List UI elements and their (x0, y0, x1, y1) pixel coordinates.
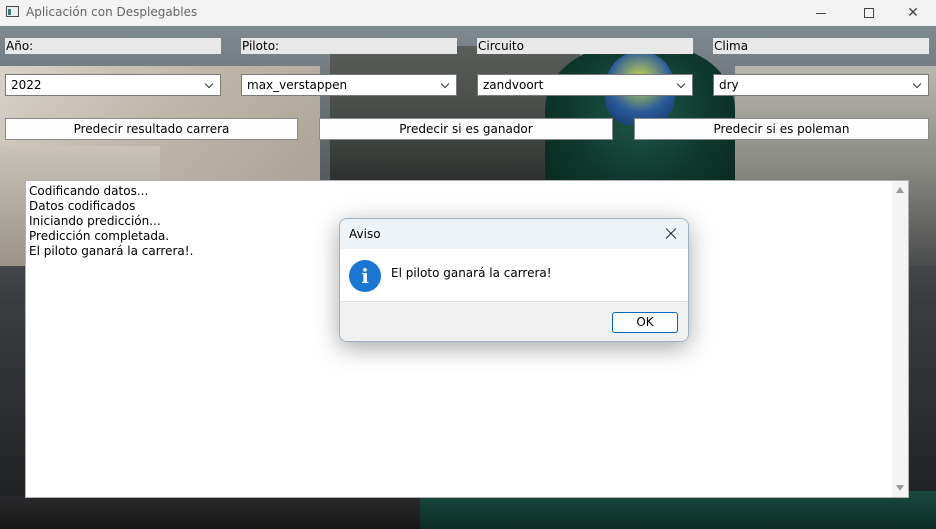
close-icon: ✕ (907, 5, 919, 21)
year-label: Año: (5, 38, 221, 54)
dialog-title-bar: Aviso (340, 219, 688, 249)
message-dialog: Aviso i El piloto ganará la carrera! OK (339, 218, 689, 342)
weather-label: Clima (713, 38, 929, 54)
driver-select-value: max_verstappen (247, 78, 348, 92)
dialog-message: El piloto ganará la carrera! (391, 266, 552, 280)
log-line: Codificando datos... (29, 184, 149, 198)
scroll-down-icon[interactable] (896, 485, 904, 491)
maximize-icon (864, 8, 874, 18)
vertical-scrollbar[interactable] (892, 181, 908, 497)
year-select-value: 2022 (11, 78, 42, 92)
chevron-down-icon[interactable] (912, 75, 924, 95)
driver-label: Piloto: (241, 38, 457, 54)
window-title: Aplicación con Desplegables (26, 5, 198, 19)
predict-pole-button[interactable]: Predecir si es poleman (634, 118, 929, 140)
circuit-label: Circuito (477, 38, 693, 54)
year-select[interactable]: 2022 (5, 74, 221, 96)
dialog-title: Aviso (349, 227, 381, 241)
log-line: Predicción completada. (29, 229, 170, 243)
dialog-footer: OK (340, 301, 688, 341)
info-icon: i (349, 260, 381, 292)
circuit-select[interactable]: zandvoort (477, 74, 693, 96)
log-line: Iniciando predicción... (29, 214, 161, 228)
chevron-down-icon[interactable] (676, 75, 688, 95)
dialog-close-button[interactable] (660, 223, 682, 245)
predict-winner-button[interactable]: Predecir si es ganador (319, 118, 613, 140)
app-icon (6, 6, 19, 17)
driver-select[interactable]: max_verstappen (241, 74, 457, 96)
title-bar: Aplicación con Desplegables ✕ (0, 0, 936, 26)
minimize-icon (816, 12, 826, 14)
chevron-down-icon[interactable] (440, 75, 452, 95)
output-log: Codificando datos... Datos codificados I… (29, 184, 193, 259)
chevron-down-icon[interactable] (204, 75, 216, 95)
weather-select[interactable]: dry (713, 74, 929, 96)
circuit-select-value: zandvoort (483, 78, 544, 92)
close-button[interactable]: ✕ (890, 0, 936, 26)
maximize-button[interactable] (846, 0, 892, 26)
scroll-up-icon[interactable] (896, 187, 904, 193)
predict-result-button[interactable]: Predecir resultado carrera (5, 118, 298, 140)
minimize-button[interactable] (798, 0, 844, 26)
log-line: El piloto ganará la carrera!. (29, 244, 194, 258)
log-line: Datos codificados (29, 199, 136, 213)
weather-select-value: dry (719, 78, 739, 92)
dialog-body: i El piloto ganará la carrera! (340, 249, 688, 301)
ok-button[interactable]: OK (612, 312, 678, 333)
